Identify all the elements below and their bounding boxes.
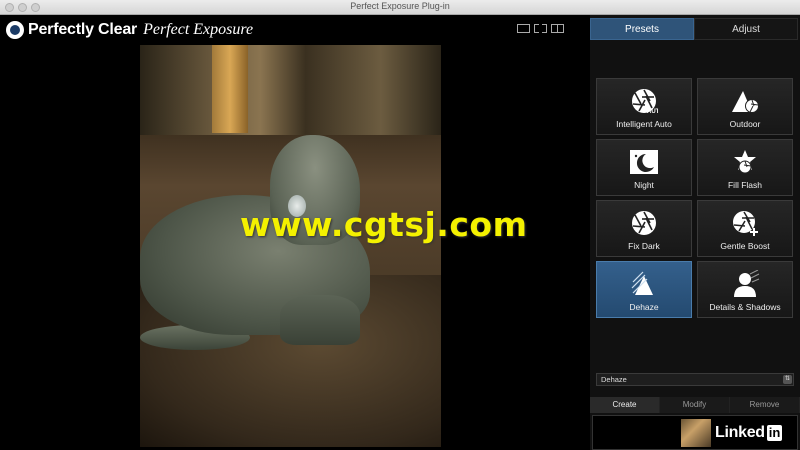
photo-background xyxy=(140,45,441,135)
preset-intelligent-auto[interactable]: AUTO Intelligent Auto xyxy=(596,78,692,135)
mountain-aperture-icon xyxy=(730,87,760,115)
split-view-icon[interactable] xyxy=(551,24,564,33)
single-view-icon[interactable] xyxy=(517,24,530,33)
moon-icon xyxy=(629,148,659,176)
photo-thumbnail[interactable] xyxy=(681,419,711,447)
flash-icon xyxy=(730,148,760,176)
product-name: Perfect Exposure xyxy=(143,21,254,38)
view-mode-toggles xyxy=(517,24,564,33)
preset-label: Fill Flash xyxy=(727,180,762,190)
preset-fill-flash[interactable]: Fill Flash xyxy=(697,139,793,196)
preset-action-tabs: Create Modify Remove xyxy=(590,397,800,413)
preset-night[interactable]: Night xyxy=(596,139,692,196)
preset-grid: AUTO Intelligent Auto Outdoor xyxy=(596,78,794,318)
tab-create[interactable]: Create xyxy=(590,397,660,413)
aperture-plus-icon xyxy=(730,209,760,237)
portrait-detail-icon xyxy=(730,270,760,298)
dehaze-icon xyxy=(629,270,659,298)
preset-label: Details & Shadows xyxy=(709,302,781,312)
side-by-side-view-icon[interactable] xyxy=(534,24,547,33)
preset-label: Night xyxy=(634,180,654,190)
linkedin-logo-text: Linked xyxy=(715,424,765,441)
preset-label: Outdoor xyxy=(729,119,761,129)
preset-select[interactable]: Dehaze ⇅ xyxy=(596,373,794,386)
photo-post xyxy=(212,45,248,133)
linkedin-logo: Linked in xyxy=(715,424,783,442)
tab-modify[interactable]: Modify xyxy=(660,397,730,413)
preset-outdoor[interactable]: Outdoor xyxy=(697,78,793,135)
tab-presets[interactable]: Presets xyxy=(590,18,694,40)
linkedin-in-box: in xyxy=(766,425,783,441)
brand-name: Perfectly Clear xyxy=(28,21,138,38)
window-title: Perfect Exposure Plug-in xyxy=(350,1,450,11)
preset-label: Intelligent Auto xyxy=(616,119,672,129)
tab-remove[interactable]: Remove xyxy=(730,397,800,413)
aperture-icon xyxy=(629,209,659,237)
thumbnail-strip: Linked in xyxy=(592,415,798,450)
preset-fix-dark[interactable]: Fix Dark xyxy=(596,200,692,257)
preset-details-shadows[interactable]: Details & Shadows xyxy=(697,261,793,318)
preset-label: Gentle Boost xyxy=(720,241,770,251)
preset-label: Dehaze xyxy=(629,302,659,312)
iguana-leg xyxy=(280,295,360,345)
preset-dehaze[interactable]: Dehaze xyxy=(596,261,692,318)
photo-preview[interactable] xyxy=(140,45,441,447)
aperture-auto-icon: AUTO xyxy=(629,87,659,115)
window-titlebar: Perfect Exposure Plug-in xyxy=(0,0,800,15)
chevron-updown-icon: ⇅ xyxy=(783,375,792,384)
brand-header: Perfectly Clear Perfect Exposure xyxy=(6,20,253,40)
preset-gentle-boost[interactable]: Gentle Boost xyxy=(697,200,793,257)
watermark-text: www.cgtsj.com xyxy=(240,205,528,244)
preset-select-value: Dehaze xyxy=(601,375,627,384)
panel-tabs: Presets Adjust xyxy=(590,18,798,40)
preset-label: Fix Dark xyxy=(628,241,660,251)
tab-adjust[interactable]: Adjust xyxy=(694,18,798,40)
presets-panel: Presets Adjust AUTO Intelligent Auto xyxy=(590,15,800,450)
perfectly-clear-logo-icon xyxy=(6,21,24,39)
svg-text:AUTO: AUTO xyxy=(647,109,658,115)
